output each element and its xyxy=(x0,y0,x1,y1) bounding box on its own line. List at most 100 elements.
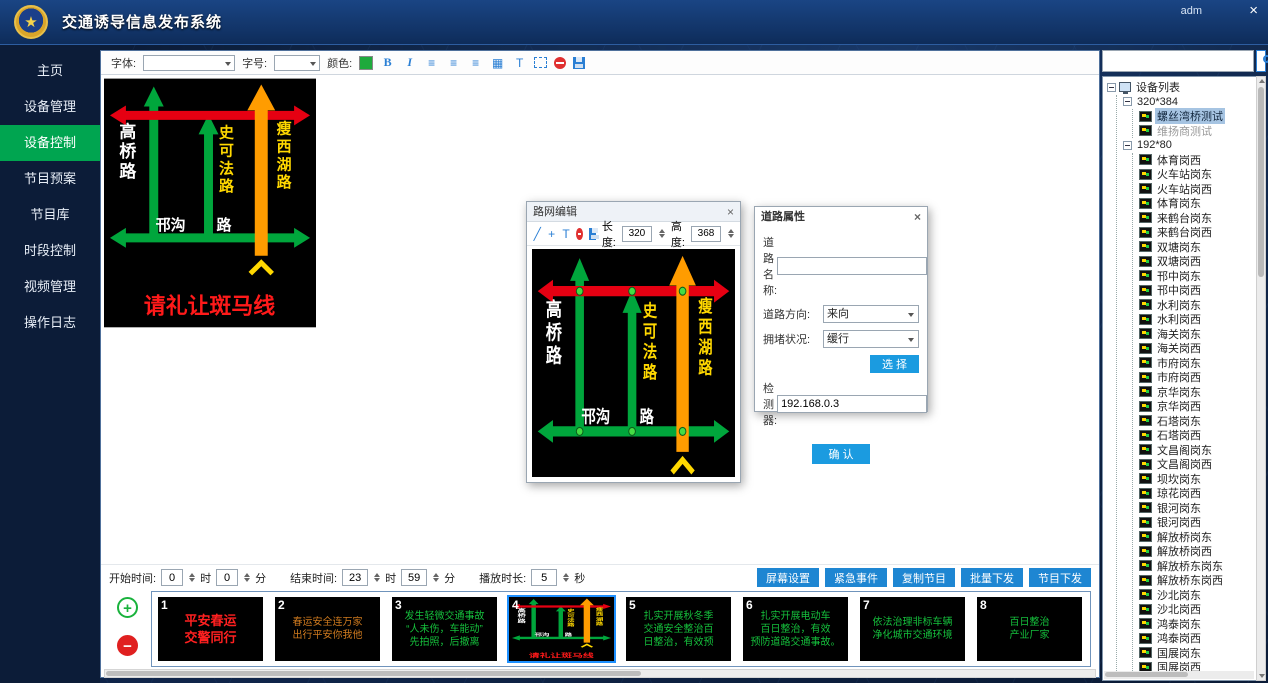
tree-device-item[interactable]: 来鹤台岗东 xyxy=(1139,211,1265,226)
tree-device-item[interactable]: 解放桥东岗西 xyxy=(1139,573,1265,588)
tree-device-item[interactable]: 银河岗西 xyxy=(1139,515,1265,530)
marquee-select-icon[interactable] xyxy=(534,57,547,68)
scroll-up-icon[interactable] xyxy=(1259,79,1265,83)
end-minute-spinner[interactable] xyxy=(433,573,439,582)
tree-device-item[interactable]: 市府岗西 xyxy=(1139,370,1265,385)
insert-image-icon[interactable]: ▦ xyxy=(490,56,505,70)
thumbnail-scrollbar-thumb[interactable] xyxy=(106,671,641,676)
end-minute-input[interactable] xyxy=(401,569,427,586)
tree-device-item[interactable]: 邗中岗西 xyxy=(1139,283,1265,298)
sidebar-item-time-control[interactable]: 时段控制 xyxy=(0,233,100,269)
tree-device-item[interactable]: 国展岗东 xyxy=(1139,646,1265,661)
save-icon[interactable] xyxy=(573,57,585,69)
height-spinner[interactable] xyxy=(728,229,734,238)
editor-save-icon[interactable] xyxy=(589,228,596,240)
tree-device-item[interactable]: 石塔岗西 xyxy=(1139,428,1265,443)
thumbnail-scrollbar[interactable] xyxy=(104,669,1096,678)
device-search-input[interactable] xyxy=(1102,50,1254,72)
collapse-icon[interactable] xyxy=(1107,83,1116,92)
sidebar-item-operation-log[interactable]: 操作日志 xyxy=(0,305,100,341)
sidebar-item-program-plan[interactable]: 节目预案 xyxy=(0,161,100,197)
program-thumbnail-1[interactable]: 1 平安春运 交警同行 xyxy=(158,597,263,661)
tree-vertical-scrollbar[interactable] xyxy=(1256,76,1266,681)
tree-device-item[interactable]: 解放桥岗东 xyxy=(1139,530,1265,545)
height-input[interactable] xyxy=(691,226,721,242)
tree-device-item[interactable]: 螺丝湾桥测试 xyxy=(1139,109,1265,124)
length-spinner[interactable] xyxy=(659,229,665,238)
remove-program-button[interactable]: − xyxy=(117,635,138,656)
tree-device-item[interactable]: 解放桥岗西 xyxy=(1139,544,1265,559)
copy-program-button[interactable]: 复制节目 xyxy=(893,568,955,587)
tree-group-192x80[interactable]: 192*80 xyxy=(1123,138,1265,153)
tree-device-item[interactable]: 鸿泰岗东 xyxy=(1139,617,1265,632)
start-minute-input[interactable] xyxy=(216,569,238,586)
align-left-icon[interactable]: ≡ xyxy=(424,56,439,70)
program-thumbnail-8[interactable]: 8 百日整治 产业厂家 xyxy=(977,597,1082,661)
tree-device-item[interactable]: 体育岗西 xyxy=(1139,153,1265,168)
font-select[interactable] xyxy=(143,55,235,71)
tree-device-item[interactable]: 鸿泰岗西 xyxy=(1139,631,1265,646)
add-program-button[interactable]: + xyxy=(117,597,138,618)
tree-device-item[interactable]: 沙北岗西 xyxy=(1139,602,1265,617)
program-send-button[interactable]: 节目下发 xyxy=(1029,568,1091,587)
tree-vscroll-thumb[interactable] xyxy=(1258,87,1264,277)
program-thumbnail-3[interactable]: 3 发生轻微交通事故 “人未伤，车能动” 先拍照，后撤离 xyxy=(392,597,497,661)
start-minute-spinner[interactable] xyxy=(244,573,250,582)
align-right-icon[interactable]: ≡ xyxy=(468,56,483,70)
tree-device-item[interactable]: 双塘岗东 xyxy=(1139,240,1265,255)
bold-icon[interactable]: B xyxy=(380,55,395,70)
emergency-event-button[interactable]: 紧急事件 xyxy=(825,568,887,587)
search-button[interactable] xyxy=(1256,50,1266,72)
tree-device-item[interactable]: 京华岗东 xyxy=(1139,385,1265,400)
tree-device-item[interactable]: 银河岗东 xyxy=(1139,501,1265,516)
sidebar-item-device-management[interactable]: 设备管理 xyxy=(0,89,100,125)
props-close-icon[interactable]: × xyxy=(914,207,921,227)
tree-device-item[interactable]: 文昌阁岗东 xyxy=(1139,443,1265,458)
road-network-canvas[interactable] xyxy=(532,249,735,477)
tree-device-item[interactable]: 沙北岗东 xyxy=(1139,588,1265,603)
tree-device-item[interactable]: 解放桥东岗东 xyxy=(1139,559,1265,574)
tree-device-item[interactable]: 来鹤台岗西 xyxy=(1139,225,1265,240)
tree-device-item[interactable]: 石塔岗东 xyxy=(1139,414,1265,429)
tree-device-item[interactable]: 邗中岗东 xyxy=(1139,269,1265,284)
duration-spinner[interactable] xyxy=(563,573,569,582)
stop-icon[interactable] xyxy=(554,57,566,69)
tree-device-item[interactable]: 双塘岗西 xyxy=(1139,254,1265,269)
start-hour-spinner[interactable] xyxy=(189,573,195,582)
text-tool-icon[interactable]: T xyxy=(562,227,570,241)
editor-stop-icon[interactable] xyxy=(576,228,583,240)
tree-device-item[interactable]: 海关岗西 xyxy=(1139,341,1265,356)
tree-device-item[interactable]: 坝坎岗东 xyxy=(1139,472,1265,487)
tree-device-item[interactable]: 水利岗东 xyxy=(1139,298,1265,313)
end-hour-spinner[interactable] xyxy=(374,573,380,582)
duration-input[interactable] xyxy=(531,569,557,586)
batch-send-button[interactable]: 批量下发 xyxy=(961,568,1023,587)
sidebar-item-device-control[interactable]: 设备控制 xyxy=(0,125,100,161)
italic-icon[interactable]: I xyxy=(402,55,417,70)
program-thumbnail-6[interactable]: 6 扎实开展电动车 百日整治，有效 预防道路交通事故。 xyxy=(743,597,848,661)
road-name-input[interactable] xyxy=(777,257,927,275)
color-swatch[interactable] xyxy=(359,56,373,70)
select-button[interactable]: 选 择 xyxy=(870,355,919,373)
tree-device-item[interactable]: 海关岗东 xyxy=(1139,327,1265,342)
road-direction-select[interactable]: 来向 xyxy=(823,305,919,323)
editor-close-icon[interactable]: × xyxy=(727,202,734,222)
tree-device-item[interactable]: 市府岗东 xyxy=(1139,356,1265,371)
font-size-select[interactable] xyxy=(274,55,320,71)
tree-group-320x384[interactable]: 320*384 xyxy=(1123,95,1265,110)
screen-settings-button[interactable]: 屏幕设置 xyxy=(757,568,819,587)
program-thumbnail-7[interactable]: 7 依法治理非标车辆 净化城市交通环境 xyxy=(860,597,965,661)
draw-line-icon[interactable]: ╱ xyxy=(533,227,541,241)
sidebar-item-home[interactable]: 主页 xyxy=(0,53,100,89)
length-input[interactable] xyxy=(622,226,652,242)
program-thumbnail-5[interactable]: 5 扎实开展秋冬季 交通安全整治百 日整治，有效预 xyxy=(626,597,731,661)
tree-device-item[interactable]: 体育岗东 xyxy=(1139,196,1265,211)
tree-device-item[interactable]: 火车站岗东 xyxy=(1139,167,1265,182)
tree-device-item[interactable]: 火车站岗西 xyxy=(1139,182,1265,197)
tree-device-item[interactable]: 文昌阁岗西 xyxy=(1139,457,1265,472)
detector-input[interactable] xyxy=(777,395,927,413)
add-node-icon[interactable]: + xyxy=(547,227,555,241)
program-thumbnail-4[interactable]: 4 xyxy=(509,597,614,661)
congestion-select[interactable]: 缓行 xyxy=(823,330,919,348)
tree-device-item[interactable]: 京华岗西 xyxy=(1139,399,1265,414)
